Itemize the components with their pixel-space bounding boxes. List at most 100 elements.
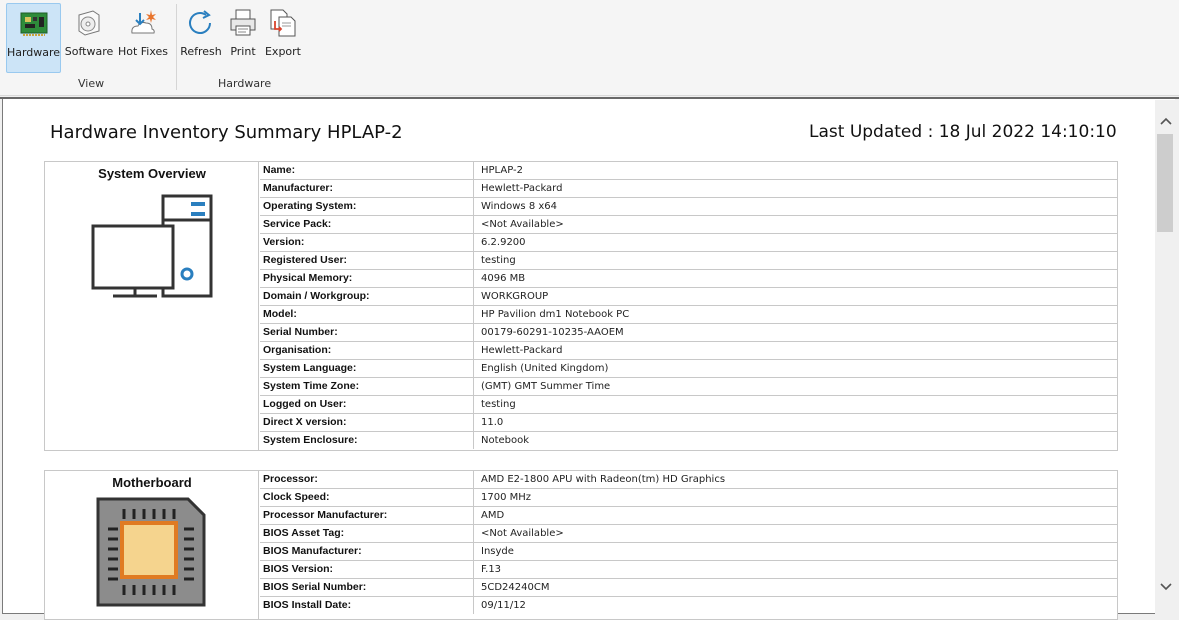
system-overview-header: System Overview [45, 162, 259, 450]
hardware-group-label: Hardware [218, 77, 272, 90]
row-key: Name: [260, 162, 474, 179]
row-value: 6.2.9200 [481, 237, 526, 248]
table-row: BIOS Manufacturer: Insyde [260, 543, 1117, 561]
row-value: 5CD24240CM [481, 582, 550, 593]
vertical-scrollbar[interactable] [1155, 100, 1177, 614]
row-value: Windows 8 x64 [481, 201, 558, 212]
row-value: 09/11/12 [481, 600, 526, 611]
row-value: Hewlett-Packard [481, 183, 563, 194]
row-value: WORKGROUP [481, 291, 549, 302]
row-value: Insyde [481, 546, 514, 557]
table-row: Name: HPLAP-2 [260, 162, 1117, 180]
refresh-button[interactable]: Refresh [180, 3, 222, 73]
hotfix-icon [125, 5, 161, 41]
row-value: F.13 [481, 564, 502, 575]
system-overview-section: System Overview Name: HPLAP-2 Manufacturer… [44, 161, 1118, 451]
row-key: Logged on User: [260, 396, 474, 413]
hardware-label: Hardware [6, 46, 61, 59]
row-key: Registered User: [260, 252, 474, 269]
table-row: Domain / Workgroup: WORKGROUP [260, 288, 1117, 306]
row-value: (GMT) GMT Summer Time [481, 381, 611, 392]
row-value: 11.0 [481, 417, 504, 428]
row-value: English (United Kingdom) [481, 363, 609, 374]
row-key: Service Pack: [260, 216, 474, 233]
row-key: System Language: [260, 360, 474, 377]
row-value: 1700 MHz [481, 492, 532, 503]
row-key: Domain / Workgroup: [260, 288, 474, 305]
motherboard-title: Motherboard [112, 475, 192, 490]
row-key: Organisation: [260, 342, 474, 359]
row-key: Operating System: [260, 198, 474, 215]
table-row: System Language: English (United Kingdom) [260, 360, 1117, 378]
table-row: Service Pack: <Not Available> [260, 216, 1117, 234]
table-row: BIOS Asset Tag: <Not Available> [260, 525, 1117, 543]
table-row: Operating System: Windows 8 x64 [260, 198, 1117, 216]
row-key: BIOS Asset Tag: [260, 525, 474, 542]
table-row: Registered User: testing [260, 252, 1117, 270]
printer-icon [225, 5, 261, 41]
export-icon [265, 5, 301, 41]
report-title: Hardware Inventory Summary HPLAP-2 [50, 122, 403, 143]
row-key: Serial Number: [260, 324, 474, 341]
row-value: Hewlett-Packard [481, 345, 563, 356]
group-separator [176, 4, 177, 90]
ribbon-toolbar: Hardware Software Hot Fixes Refresh Prin… [0, 0, 1179, 96]
circuit-board-icon [16, 6, 52, 42]
table-row: BIOS Version: F.13 [260, 561, 1117, 579]
row-key: BIOS Version: [260, 561, 474, 578]
row-key: Physical Memory: [260, 270, 474, 287]
scroll-up-arrow-icon[interactable] [1155, 110, 1177, 132]
row-key: System Time Zone: [260, 378, 474, 395]
refresh-icon [183, 5, 219, 41]
table-row: Processor: AMD E2-1800 APU with Radeon(tm… [260, 471, 1117, 489]
refresh-label: Refresh [180, 45, 222, 58]
scroll-down-arrow-icon[interactable] [1155, 576, 1177, 598]
row-value: Notebook [481, 435, 530, 446]
system-overview-table: Name: HPLAP-2 Manufacturer: Hewlett-Packard… [260, 162, 1117, 450]
system-overview-title: System Overview [98, 166, 206, 181]
row-key: BIOS Manufacturer: [260, 543, 474, 560]
software-label: Software [64, 45, 114, 58]
software-button[interactable]: Software [64, 3, 114, 73]
desktop-computer-icon [91, 194, 213, 298]
table-row: Manufacturer: Hewlett-Packard [260, 180, 1117, 198]
row-value: <Not Available> [481, 219, 564, 230]
export-label: Export [264, 45, 301, 58]
row-key: Processor Manufacturer: [260, 507, 474, 524]
view-group-label: View [78, 77, 105, 90]
table-row: BIOS Install Date: 09/11/12 [260, 597, 1117, 615]
table-row: Version: 6.2.9200 [260, 234, 1117, 252]
print-button[interactable]: Print [226, 3, 260, 73]
row-value: HP Pavilion dm1 Notebook PC [481, 309, 630, 320]
row-key: BIOS Serial Number: [260, 579, 474, 596]
software-disc-icon [71, 5, 107, 41]
row-value: <Not Available> [481, 528, 564, 539]
row-value: 00179-60291-10235-AAOEM [481, 327, 624, 338]
export-button[interactable]: Export [264, 3, 302, 73]
table-row: Logged on User: testing [260, 396, 1117, 414]
row-key: System Enclosure: [260, 432, 474, 449]
row-key: Model: [260, 306, 474, 323]
print-label: Print [230, 45, 256, 58]
table-row: BIOS Serial Number: 5CD24240CM [260, 579, 1117, 597]
hardware-button[interactable]: Hardware [6, 3, 61, 73]
table-row: Model: HP Pavilion dm1 Notebook PC [260, 306, 1117, 324]
table-row: Organisation: Hewlett-Packard [260, 342, 1117, 360]
scroll-thumb[interactable] [1157, 134, 1173, 232]
row-value: testing [481, 399, 516, 410]
table-row: System Enclosure: Notebook [260, 432, 1117, 450]
row-value: 4096 MB [481, 273, 526, 284]
table-row: Serial Number: 00179-60291-10235-AAOEM [260, 324, 1117, 342]
table-row: Physical Memory: 4096 MB [260, 270, 1117, 288]
row-key: Version: [260, 234, 474, 251]
row-key: Direct X version: [260, 414, 474, 431]
hot-fixes-button[interactable]: Hot Fixes [117, 3, 169, 73]
motherboard-table: Processor: AMD E2-1800 APU with Radeon(tm… [260, 471, 1117, 615]
table-row: System Time Zone: (GMT) GMT Summer Time [260, 378, 1117, 396]
row-value: AMD E2-1800 APU with Radeon(tm) HD Graph… [481, 474, 726, 485]
row-key: Manufacturer: [260, 180, 474, 197]
row-key: BIOS Install Date: [260, 597, 474, 614]
last-updated: Last Updated : 18 Jul 2022 14:10:10 [809, 122, 1117, 142]
row-key: Processor: [260, 471, 474, 488]
frame-top-border [0, 97, 1179, 99]
